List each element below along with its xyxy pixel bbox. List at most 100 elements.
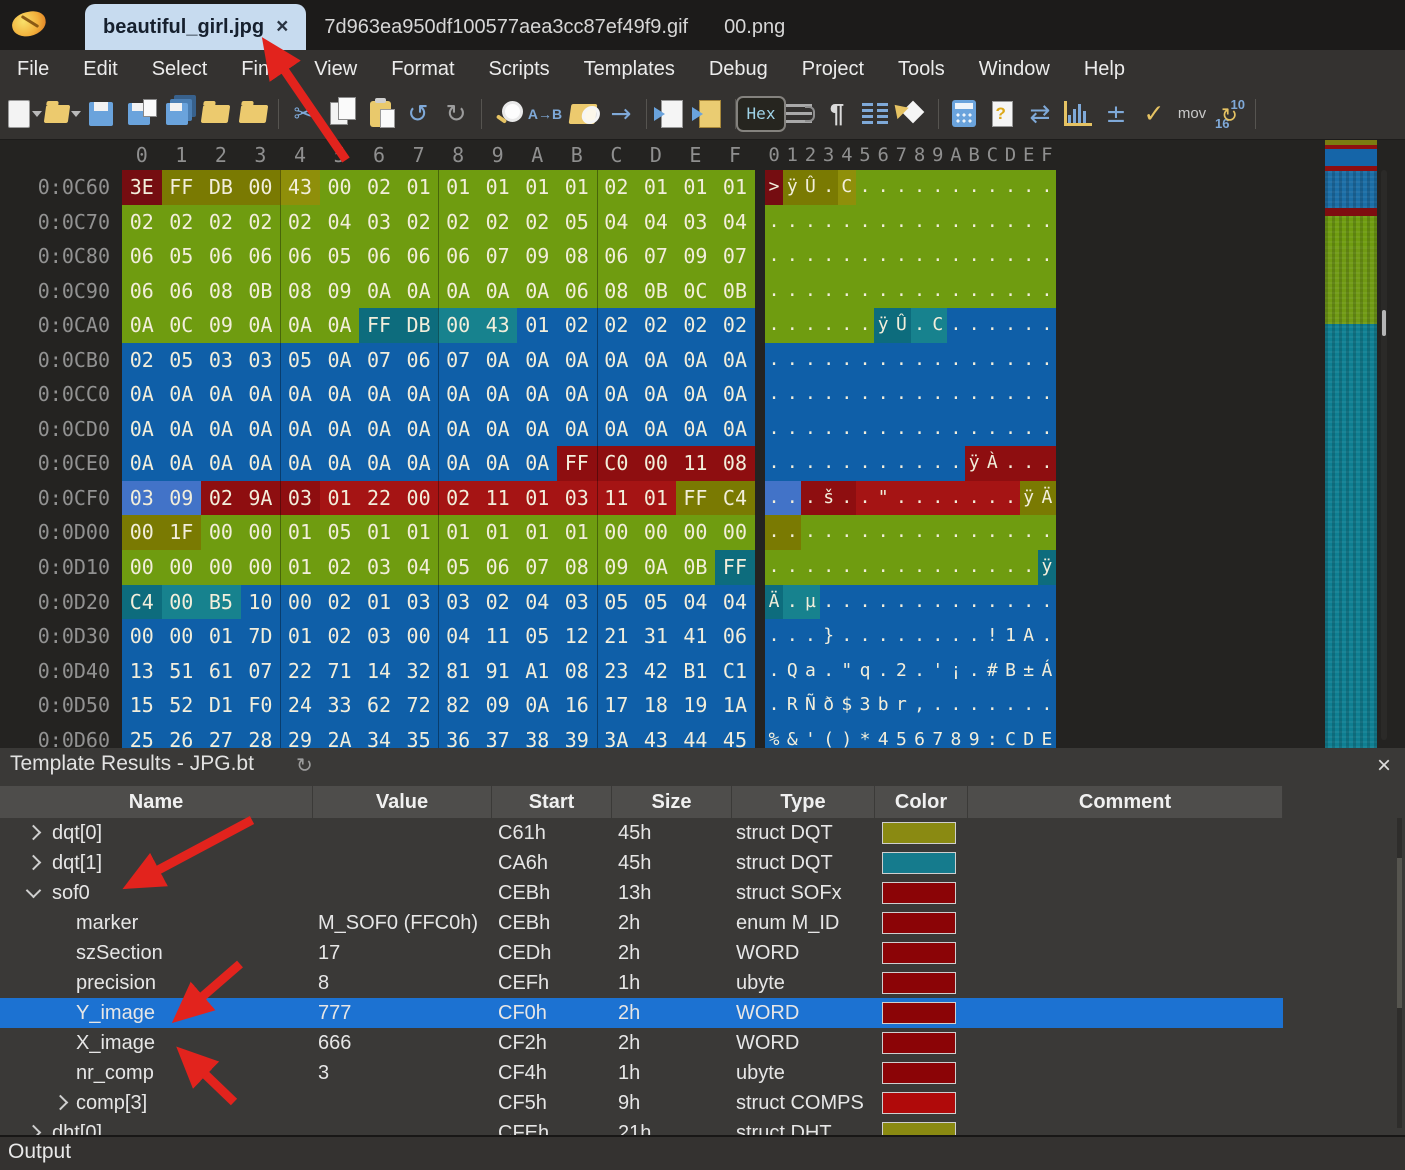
hex-byte[interactable]: 02: [478, 585, 518, 620]
ascii-char[interactable]: .: [947, 412, 965, 447]
hex-byte[interactable]: 01: [438, 170, 478, 205]
column-header-start[interactable]: Start: [492, 786, 612, 818]
ascii-char[interactable]: .: [929, 446, 947, 481]
ascii-char[interactable]: .: [1020, 205, 1038, 240]
hex-byte[interactable]: 3E: [122, 170, 162, 205]
ascii-char[interactable]: .: [820, 239, 838, 274]
hex-byte[interactable]: 03: [280, 481, 320, 516]
ascii-char[interactable]: .: [892, 377, 910, 412]
run-script-button[interactable]: [654, 94, 690, 134]
replace-button[interactable]: A→B: [527, 94, 563, 134]
calculator-button[interactable]: [946, 94, 982, 134]
ascii-char[interactable]: .: [1001, 515, 1019, 550]
ascii-char[interactable]: .: [820, 515, 838, 550]
ascii-char[interactable]: .: [765, 550, 783, 585]
hex-byte[interactable]: 22: [359, 481, 399, 516]
hex-byte[interactable]: 05: [517, 619, 557, 654]
ascii-char[interactable]: .: [929, 274, 947, 309]
ascii-char[interactable]: .: [874, 412, 892, 447]
hex-byte[interactable]: 01: [517, 481, 557, 516]
new-file-button[interactable]: [7, 94, 43, 134]
ascii-char[interactable]: .: [911, 308, 929, 343]
color-swatch[interactable]: [882, 1002, 956, 1024]
hex-byte[interactable]: 0A: [636, 343, 676, 378]
ascii-char[interactable]: .: [1020, 515, 1038, 550]
ascii-char[interactable]: .: [783, 515, 801, 550]
checksum-button[interactable]: ✓: [1136, 94, 1172, 134]
ascii-char[interactable]: .: [856, 585, 874, 620]
ascii-char[interactable]: .: [856, 308, 874, 343]
hex-byte[interactable]: 04: [676, 585, 716, 620]
hex-byte[interactable]: 0A: [715, 343, 755, 378]
hex-byte[interactable]: 01: [280, 619, 320, 654]
hex-byte[interactable]: 02: [201, 205, 241, 240]
ascii-char[interactable]: .: [856, 446, 874, 481]
hex-byte[interactable]: 08: [557, 239, 597, 274]
ascii-char[interactable]: .: [965, 205, 983, 240]
hex-byte[interactable]: 00: [241, 550, 281, 585]
ascii-char[interactable]: .: [783, 377, 801, 412]
hex-byte[interactable]: 29: [280, 723, 320, 748]
ascii-char[interactable]: ": [874, 481, 892, 516]
undo-button[interactable]: ↺: [400, 94, 436, 134]
hex-byte[interactable]: 82: [438, 688, 478, 723]
ascii-char[interactable]: .: [820, 170, 838, 205]
ascii-char[interactable]: .: [1020, 308, 1038, 343]
ascii-char[interactable]: .: [983, 688, 1001, 723]
ascii-char[interactable]: .: [965, 515, 983, 550]
ascii-char[interactable]: r: [892, 688, 910, 723]
ascii-char[interactable]: .: [892, 585, 910, 620]
ascii-char[interactable]: .: [856, 619, 874, 654]
hex-byte[interactable]: 0A: [320, 377, 360, 412]
hex-byte[interactable]: 02: [438, 205, 478, 240]
ascii-char[interactable]: .: [1020, 377, 1038, 412]
ascii-char[interactable]: .: [1001, 343, 1019, 378]
menu-file[interactable]: File: [0, 58, 66, 81]
ascii-char[interactable]: .: [874, 446, 892, 481]
tab-0[interactable]: beautiful_girl.jpg×: [85, 4, 306, 50]
column-header-color[interactable]: Color: [875, 786, 968, 818]
hex-byte[interactable]: 0A: [676, 377, 716, 412]
hex-byte[interactable]: 08: [715, 446, 755, 481]
ascii-char[interactable]: .: [838, 515, 856, 550]
hex-byte[interactable]: 00: [676, 515, 716, 550]
ascii-char[interactable]: .: [947, 619, 965, 654]
hex-byte[interactable]: 05: [162, 343, 202, 378]
hex-byte[interactable]: 0C: [676, 274, 716, 309]
close-panel-icon[interactable]: ×: [1377, 752, 1391, 780]
hex-byte[interactable]: 00: [162, 619, 202, 654]
ascii-char[interactable]: >: [765, 170, 783, 205]
ascii-char[interactable]: .: [820, 412, 838, 447]
ascii-char[interactable]: .: [1038, 308, 1056, 343]
hex-byte[interactable]: 31: [636, 619, 676, 654]
hex-byte[interactable]: 00: [122, 619, 162, 654]
hex-byte[interactable]: 27: [201, 723, 241, 748]
hex-byte[interactable]: 11: [676, 446, 716, 481]
hex-byte[interactable]: 01: [517, 308, 557, 343]
hex-byte[interactable]: 01: [280, 550, 320, 585]
hex-byte[interactable]: 03: [241, 343, 281, 378]
ascii-char[interactable]: %: [765, 723, 783, 748]
ascii-char[interactable]: Û: [801, 170, 819, 205]
ascii-char[interactable]: .: [947, 515, 965, 550]
template-row-dqt0[interactable]: dqt[0]C61h45hstruct DQT: [0, 818, 1283, 848]
hex-byte[interactable]: 0A: [557, 343, 597, 378]
hex-byte[interactable]: 0B: [676, 550, 716, 585]
hex-scrollbar-thumb[interactable]: [1382, 310, 1386, 336]
ascii-char[interactable]: .: [1038, 274, 1056, 309]
ascii-char[interactable]: .: [1001, 550, 1019, 585]
ascii-char[interactable]: .: [874, 654, 892, 689]
ascii-char[interactable]: .: [1038, 688, 1056, 723]
ascii-char[interactable]: .: [929, 343, 947, 378]
hex-byte[interactable]: DB: [399, 308, 439, 343]
hex-byte[interactable]: 39: [557, 723, 597, 748]
hex-byte[interactable]: 07: [636, 239, 676, 274]
hex-byte[interactable]: 37: [478, 723, 518, 748]
ascii-char[interactable]: .: [856, 239, 874, 274]
hex-byte[interactable]: 02: [122, 205, 162, 240]
template-row-nrcomp[interactable]: nr_comp3CF4h1hubyte: [0, 1058, 1283, 1088]
ascii-char[interactable]: .: [856, 481, 874, 516]
chevron-right-icon[interactable]: [26, 855, 42, 871]
hex-byte[interactable]: 02: [320, 619, 360, 654]
menu-debug[interactable]: Debug: [692, 58, 785, 81]
